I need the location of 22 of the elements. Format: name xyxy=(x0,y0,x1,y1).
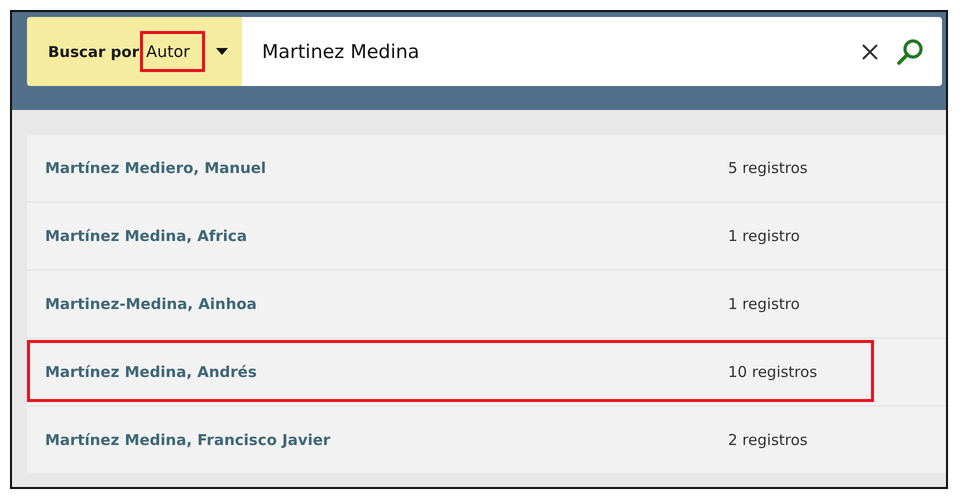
caret-icon xyxy=(216,48,228,55)
record-count: 5 registros xyxy=(728,159,808,177)
result-row[interactable]: Martinez-Medina, Ainhoa 1 registro xyxy=(27,271,946,337)
author-link[interactable]: Martínez Medina, Francisco Javier xyxy=(45,431,728,449)
author-link[interactable]: Martinez-Medina, Ainhoa xyxy=(45,295,728,313)
record-count: 10 registros xyxy=(728,363,818,381)
search-by-label: Buscar por xyxy=(48,42,140,60)
author-link[interactable]: Martínez Medina, Africa xyxy=(45,227,728,245)
search-button[interactable] xyxy=(896,17,942,86)
search-icon xyxy=(896,38,924,66)
result-row[interactable]: Martínez Medina, Andrés 10 registros xyxy=(27,339,946,405)
author-link[interactable]: Martínez Mediero, Manuel xyxy=(45,159,728,177)
record-count: 1 registro xyxy=(728,227,800,245)
result-row[interactable]: Martínez Mediero, Manuel 5 registros xyxy=(27,135,946,201)
search-field[interactable]: Martinez Medina xyxy=(242,17,862,86)
author-link[interactable]: Martínez Medina, Andrés xyxy=(45,363,728,381)
result-row[interactable]: Martínez Medina, Africa 1 registro xyxy=(27,203,946,269)
search-type-dropdown[interactable]: Autor xyxy=(143,34,228,69)
result-row[interactable]: Martínez Medina, Francisco Javier 2 registros xyxy=(27,407,946,473)
record-count: 2 registros xyxy=(728,431,808,449)
record-count: 1 registro xyxy=(728,295,800,313)
close-icon xyxy=(862,44,878,60)
